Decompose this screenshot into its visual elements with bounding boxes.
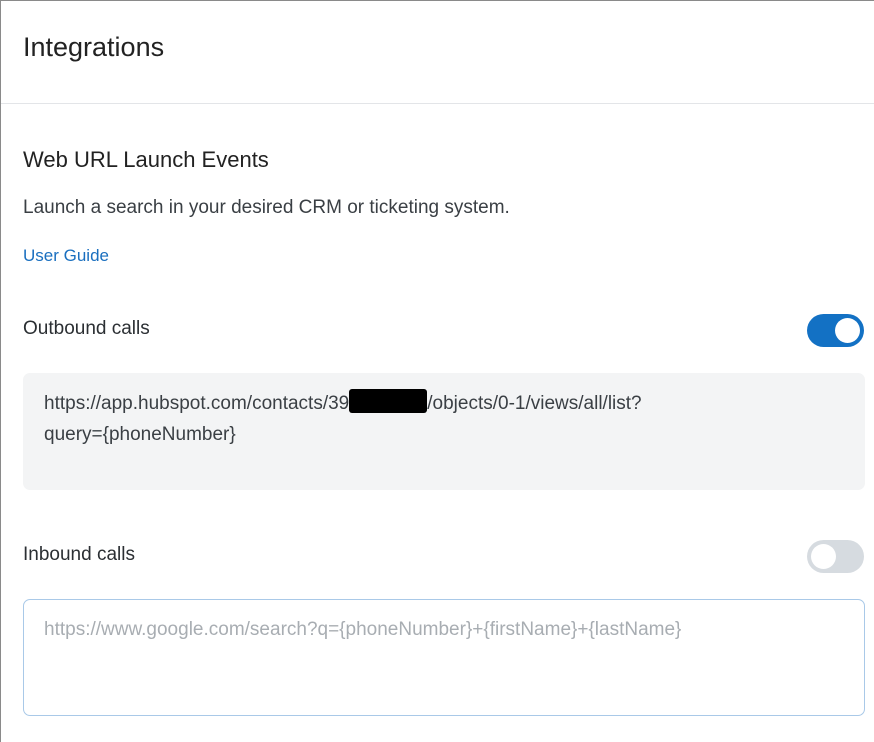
page-title: Integrations [23, 32, 165, 62]
panel-header: Integrations [1, 1, 874, 104]
outbound-calls-toggle[interactable] [807, 314, 864, 347]
toggle-knob [835, 318, 860, 343]
outbound-url-field[interactable]: https://app.hubspot.com/contacts/39/obje… [23, 373, 865, 490]
redacted-block-icon [349, 389, 428, 413]
inbound-calls-toggle[interactable] [807, 540, 864, 573]
outbound-url-prefix: https://app.hubspot.com/contacts/39 [44, 393, 350, 414]
integrations-panel: Integrations Web URL Launch Events Launc… [0, 0, 874, 742]
outbound-calls-label: Outbound calls [23, 318, 150, 339]
outbound-url-suffix: /objects/0-1/views/all/list? [427, 393, 642, 414]
section-description: Launch a search in your desired CRM or t… [23, 197, 510, 218]
inbound-url-placeholder: https://www.google.com/search?q={phoneNu… [44, 619, 682, 640]
inbound-url-field[interactable]: https://www.google.com/search?q={phoneNu… [23, 599, 865, 716]
section-title: Web URL Launch Events [23, 147, 269, 172]
outbound-url-line2: query={phoneNumber} [44, 424, 236, 445]
user-guide-link[interactable]: User Guide [23, 245, 109, 267]
toggle-knob [811, 544, 836, 569]
inbound-calls-label: Inbound calls [23, 544, 135, 565]
